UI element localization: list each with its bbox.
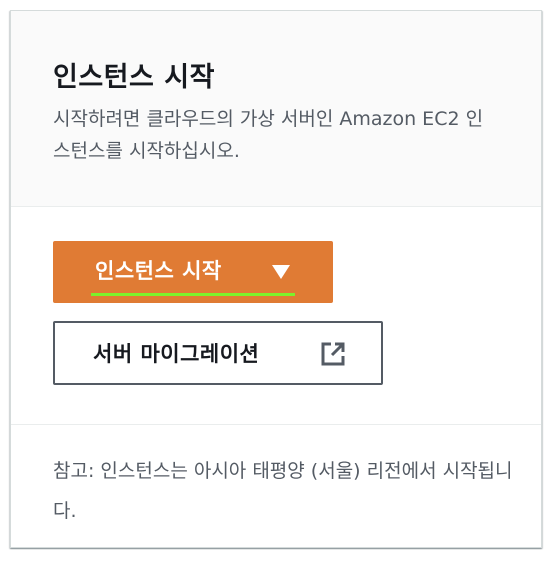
launch-instance-card: 인스턴스 시작 시작하려면 클라우드의 가상 서버인 Amazon EC2 인스…	[10, 10, 542, 548]
external-link-icon	[321, 342, 345, 366]
card-footer: 참고: 인스턴스는 아시아 태평양 (서울) 리전에서 시작됩니다.	[11, 425, 541, 547]
focus-indicator	[91, 293, 295, 296]
card-header: 인스턴스 시작 시작하려면 클라우드의 가상 서버인 Amazon EC2 인스…	[11, 11, 541, 207]
card-description: 시작하려면 클라우드의 가상 서버인 Amazon EC2 인스턴스를 시작하십…	[53, 108, 484, 162]
region-note: 참고: 인스턴스는 아시아 태평양 (서울) 리전에서 시작됩니다.	[53, 460, 513, 522]
launch-instance-button[interactable]: 인스턴스 시작	[53, 241, 333, 303]
card-title: 인스턴스 시작	[53, 62, 215, 93]
caret-down-icon[interactable]	[272, 265, 290, 279]
migrate-server-button-label: 서버 마이그레이션	[93, 342, 260, 366]
migrate-server-button[interactable]: 서버 마이그레이션	[53, 321, 383, 385]
launch-instance-button-label: 인스턴스 시작	[95, 259, 222, 283]
card-actions: 인스턴스 시작 서버 마이그레이션	[11, 207, 541, 425]
